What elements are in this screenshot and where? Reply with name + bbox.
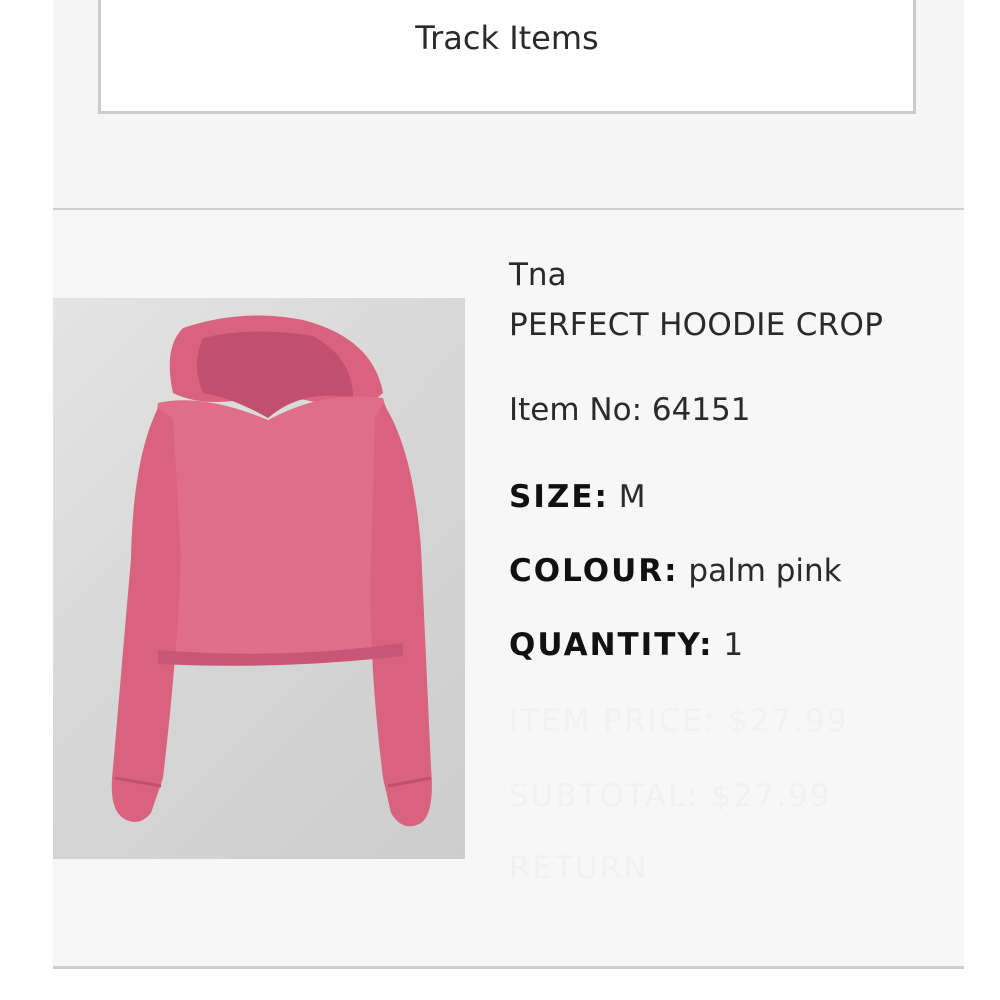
right-sleeve-shape (370, 403, 432, 827)
quantity-row: QUANTITY: 1 (509, 627, 743, 663)
product-image[interactable] (53, 298, 465, 859)
item-price: ITEM PRICE: $27.99 (509, 703, 849, 739)
divider (53, 966, 964, 969)
colour-row: COLOUR: palm pink (509, 553, 842, 589)
product-brand: Tna (509, 257, 567, 293)
size-label: SIZE: (509, 479, 609, 515)
item-number: Item No: 64151 (509, 392, 751, 428)
track-items-button[interactable]: Track Items (98, 0, 916, 114)
hoodie-icon (111, 315, 432, 827)
colour-value: palm pink (688, 553, 842, 589)
order-item-page: Track Items Tna PERFECT HOODIE CROP Item… (0, 0, 1000, 1000)
hoodie-body-shape (154, 396, 403, 663)
return-link[interactable]: RETURN (509, 850, 648, 886)
product-name[interactable]: PERFECT HOODIE CROP (509, 307, 883, 343)
size-row: SIZE: M (509, 479, 646, 515)
quantity-value: 1 (723, 627, 744, 663)
left-sleeve-shape (111, 408, 181, 822)
colour-label: COLOUR: (509, 553, 679, 589)
track-items-label: Track Items (415, 19, 599, 57)
size-value: M (618, 479, 646, 515)
subtotal: SUBTOTAL: $27.99 (509, 778, 832, 814)
quantity-label: QUANTITY: (509, 627, 714, 663)
